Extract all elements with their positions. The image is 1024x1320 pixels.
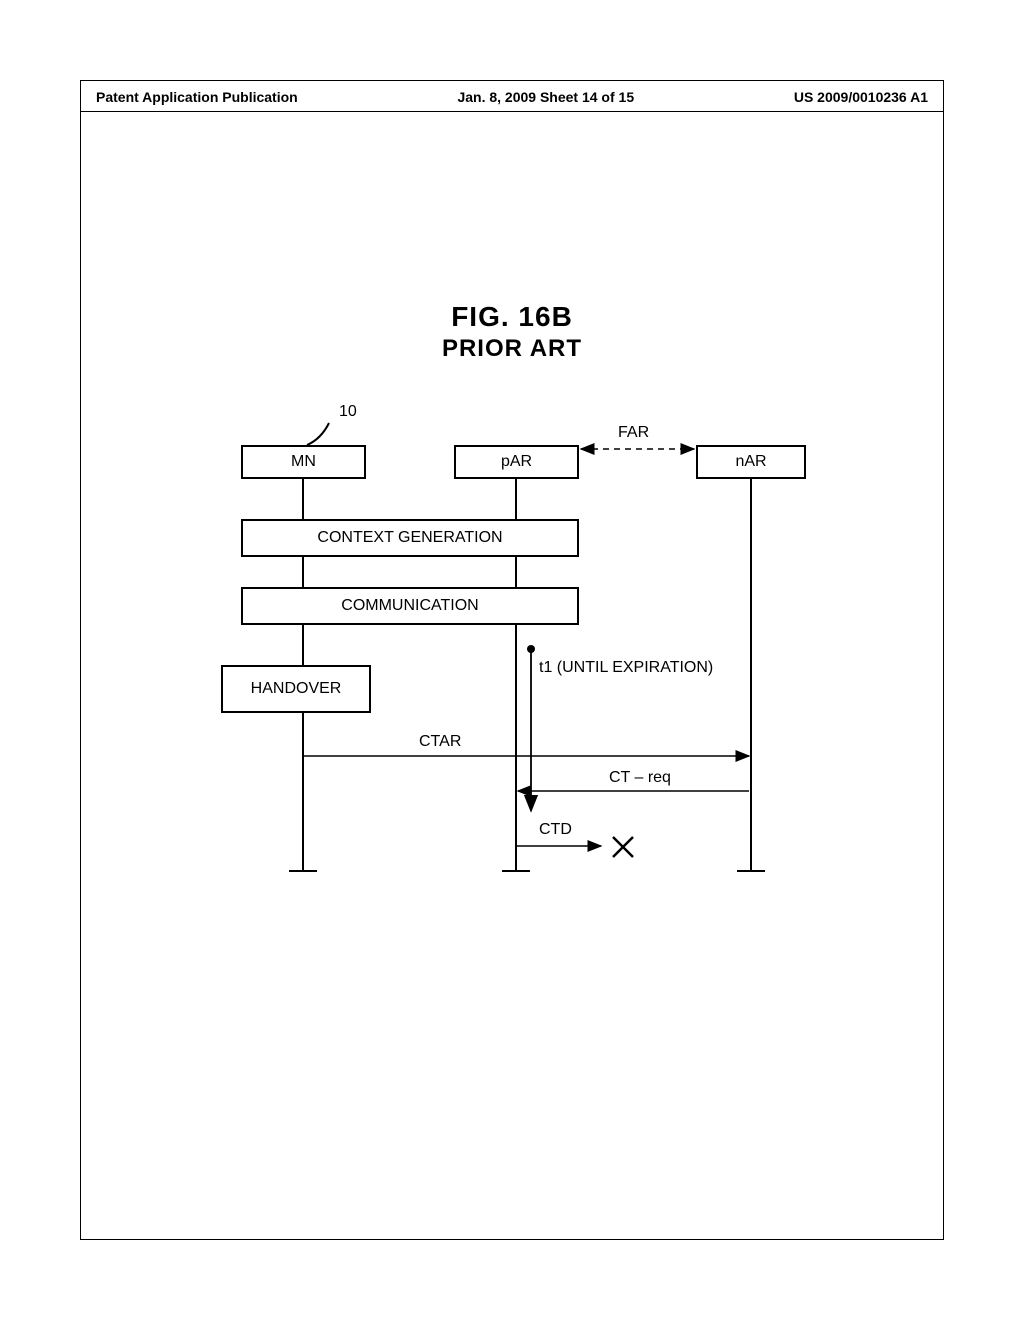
figure-title: FIG. 16B <box>81 301 943 333</box>
page-header: Patent Application Publication Jan. 8, 2… <box>81 81 943 112</box>
ref-10-label: 10 <box>339 403 357 421</box>
header-center: Jan. 8, 2009 Sheet 14 of 15 <box>457 89 634 105</box>
figure-heading: FIG. 16B PRIOR ART <box>81 301 943 363</box>
header-right: US 2009/0010236 A1 <box>794 89 928 105</box>
sequence-diagram: 10 MN pAR nAR FAR CONTEXT GENERATION COM… <box>221 421 821 941</box>
page-frame: Patent Application Publication Jan. 8, 2… <box>80 80 944 1240</box>
header-left: Patent Application Publication <box>96 89 298 105</box>
diagram-lines <box>221 421 821 941</box>
figure-subtitle: PRIOR ART <box>81 335 943 363</box>
